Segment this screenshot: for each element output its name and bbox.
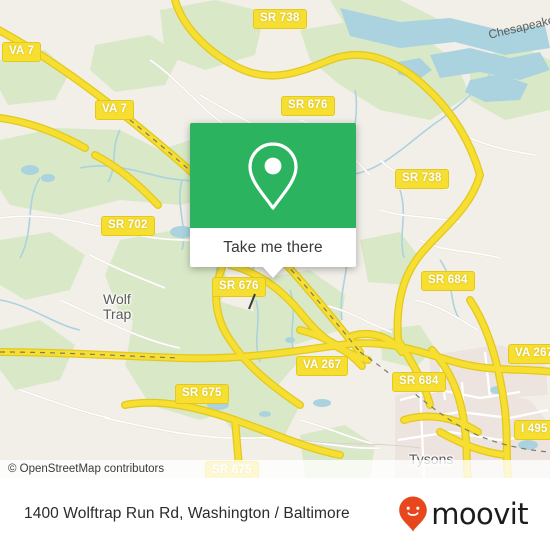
road-shield-va267-east[interactable]: VA 267	[508, 344, 550, 364]
road-shield-va267-center[interactable]: VA 267	[296, 356, 349, 376]
place-label-wolf-trap: Wolf Trap	[103, 291, 132, 322]
road-shield-sr738-east[interactable]: SR 738	[395, 169, 449, 189]
map-pin-icon	[248, 141, 298, 210]
moovit-pin-icon	[399, 496, 428, 532]
road-shield-va7-mid[interactable]: VA 7	[95, 100, 135, 120]
moovit-brand-logo[interactable]: moovit	[398, 495, 529, 533]
road-shield-i495[interactable]: I 495	[514, 420, 550, 440]
location-tick-mark	[248, 293, 256, 310]
road-shield-sr684-east[interactable]: SR 684	[421, 271, 475, 291]
callout-marker-area	[190, 123, 356, 228]
footer-bar: 1400 Wolftrap Run Rd, Washington / Balti…	[0, 478, 550, 550]
destination-callout-card[interactable]: Take me there	[190, 123, 356, 278]
road-shield-sr738-north[interactable]: SR 738	[253, 9, 307, 29]
road-shield-sr676-north[interactable]: SR 676	[281, 96, 335, 116]
road-shield-sr675-west[interactable]: SR 675	[175, 384, 229, 404]
address-label: 1400 Wolftrap Run Rd, Washington / Balti…	[24, 505, 350, 522]
callout-pointer	[263, 267, 283, 278]
road-shield-va7-west[interactable]: VA 7	[2, 42, 42, 62]
road-shield-sr684-south[interactable]: SR 684	[392, 372, 446, 392]
take-me-there-button[interactable]: Take me there	[190, 228, 356, 267]
take-me-there-label: Take me there	[223, 238, 323, 256]
moovit-map-screenshot: Chesapeake an WolfTrap Tysons SR 738 VA …	[0, 0, 550, 550]
moovit-wordmark: moovit	[431, 496, 528, 531]
map-attribution-bar: © OpenStreetMap contributors	[0, 460, 550, 478]
osm-attribution-text: © OpenStreetMap contributors	[8, 463, 165, 475]
map-canvas[interactable]: Chesapeake an WolfTrap Tysons SR 738 VA …	[0, 0, 550, 478]
road-shield-sr702[interactable]: SR 702	[101, 216, 155, 236]
